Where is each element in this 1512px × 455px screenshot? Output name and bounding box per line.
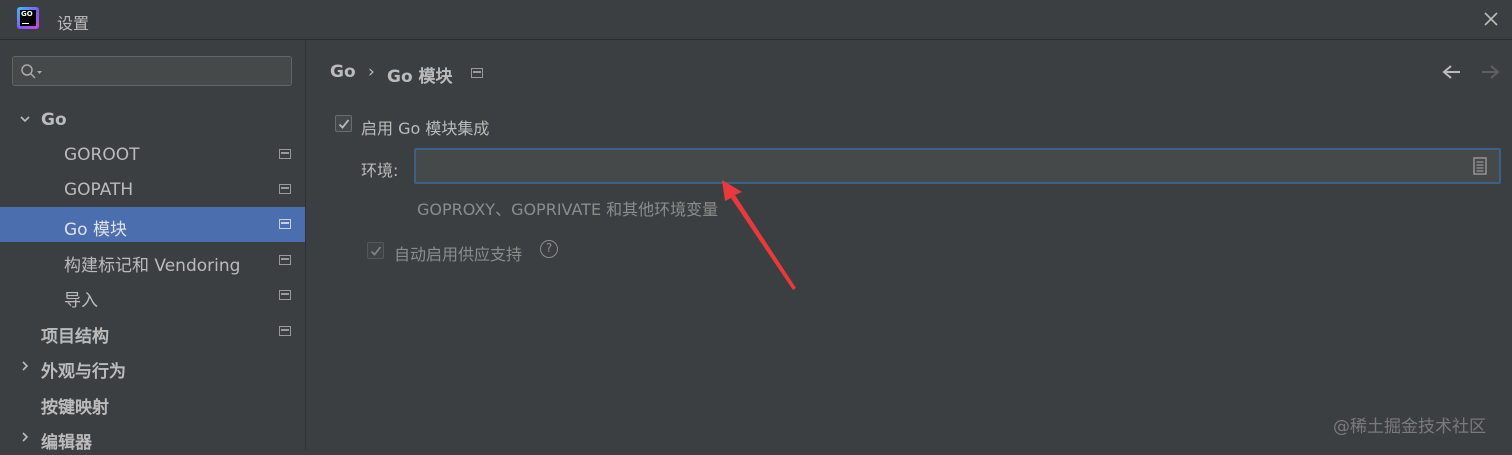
help-icon[interactable]: ?: [540, 240, 558, 258]
search-input[interactable]: [49, 60, 289, 84]
environment-hint: GOPROXY、GOPRIVATE 和其他环境变量: [417, 200, 719, 219]
watermark: @稀土掘金技术社区: [1333, 417, 1486, 437]
sidebar-item-build-tags[interactable]: 构建标记和 Vendoring: [0, 243, 305, 278]
sidebar-item-goroot[interactable]: GOROOT: [0, 137, 305, 172]
settings-page-icon: [279, 255, 291, 265]
sidebar-item-label: 按键映射: [41, 398, 109, 418]
sidebar-item-label: GOROOT: [64, 145, 140, 165]
close-button[interactable]: [1480, 8, 1502, 30]
sidebar-item-label: 编辑器: [41, 433, 92, 453]
breadcrumb-separator: ›: [368, 62, 375, 82]
settings-page-icon: [279, 290, 291, 300]
document-icon[interactable]: [1473, 157, 1487, 175]
sidebar-item-label: Go: [41, 110, 67, 130]
sidebar-item-keymap[interactable]: 按键映射: [0, 385, 305, 420]
checkmark-icon: [338, 119, 350, 129]
close-icon: [1484, 12, 1498, 26]
enable-go-modules-label[interactable]: 启用 Go 模块集成: [361, 115, 489, 139]
help-glyph: ?: [545, 241, 553, 255]
auto-vendoring-label: 自动启用供应支持: [394, 245, 523, 264]
enable-go-modules-checkbox[interactable]: [335, 115, 352, 132]
sidebar-item-imports[interactable]: 导入: [0, 278, 305, 313]
app-logo: GO: [17, 7, 39, 29]
back-arrow-icon[interactable]: [1442, 64, 1462, 80]
settings-page-icon: [279, 149, 291, 159]
settings-page-icon: [471, 68, 483, 78]
settings-page-icon: [279, 184, 291, 194]
sidebar-item-label: Go 模块: [64, 220, 127, 240]
search-box[interactable]: [12, 56, 292, 86]
sidebar-item-project-structure[interactable]: 项目结构: [0, 314, 305, 349]
settings-page-icon: [279, 326, 291, 336]
sidebar-item-label: 项目结构: [41, 327, 109, 347]
settings-content: Go › Go 模块 启用 Go 模块集成 环境: GOPROXY、GOPRIV…: [306, 40, 1512, 450]
auto-vendoring-checkbox[interactable]: [367, 242, 384, 259]
settings-page-icon: [279, 219, 291, 229]
chevron-down-icon[interactable]: [19, 113, 31, 125]
search-icon: [21, 64, 42, 79]
sidebar-item-go-modules[interactable]: Go 模块: [0, 207, 305, 242]
sidebar-item-label: 构建标记和 Vendoring: [64, 256, 241, 276]
sidebar-item-label: 导入: [64, 291, 98, 311]
window-title: 设置: [57, 14, 90, 33]
breadcrumb-go-modules: Go 模块: [387, 67, 453, 87]
forward-arrow-icon[interactable]: [1480, 64, 1500, 80]
sidebar-item-label: 外观与行为: [41, 362, 126, 382]
title-bar: GO 设置: [0, 0, 1512, 40]
sidebar-item-label: GOPATH: [64, 180, 134, 200]
sidebar-item-gopath[interactable]: GOPATH: [0, 172, 305, 207]
chevron-right-icon[interactable]: [19, 360, 31, 372]
checkmark-icon: [370, 246, 382, 256]
sidebar-item-appearance[interactable]: 外观与行为: [0, 349, 305, 384]
sidebar-item-go[interactable]: Go: [0, 102, 305, 137]
breadcrumb-go[interactable]: Go: [330, 62, 356, 82]
chevron-right-icon[interactable]: [19, 431, 31, 443]
environment-field[interactable]: [414, 148, 1501, 184]
environment-label: 环境:: [361, 161, 399, 180]
annotation-arrow: [722, 180, 796, 290]
environment-input[interactable]: [422, 154, 1466, 180]
settings-sidebar: Go GOROOT GOPATH Go 模块 构建标记和 Vendoring 导…: [0, 40, 306, 453]
app-logo-text: GO: [21, 10, 33, 18]
